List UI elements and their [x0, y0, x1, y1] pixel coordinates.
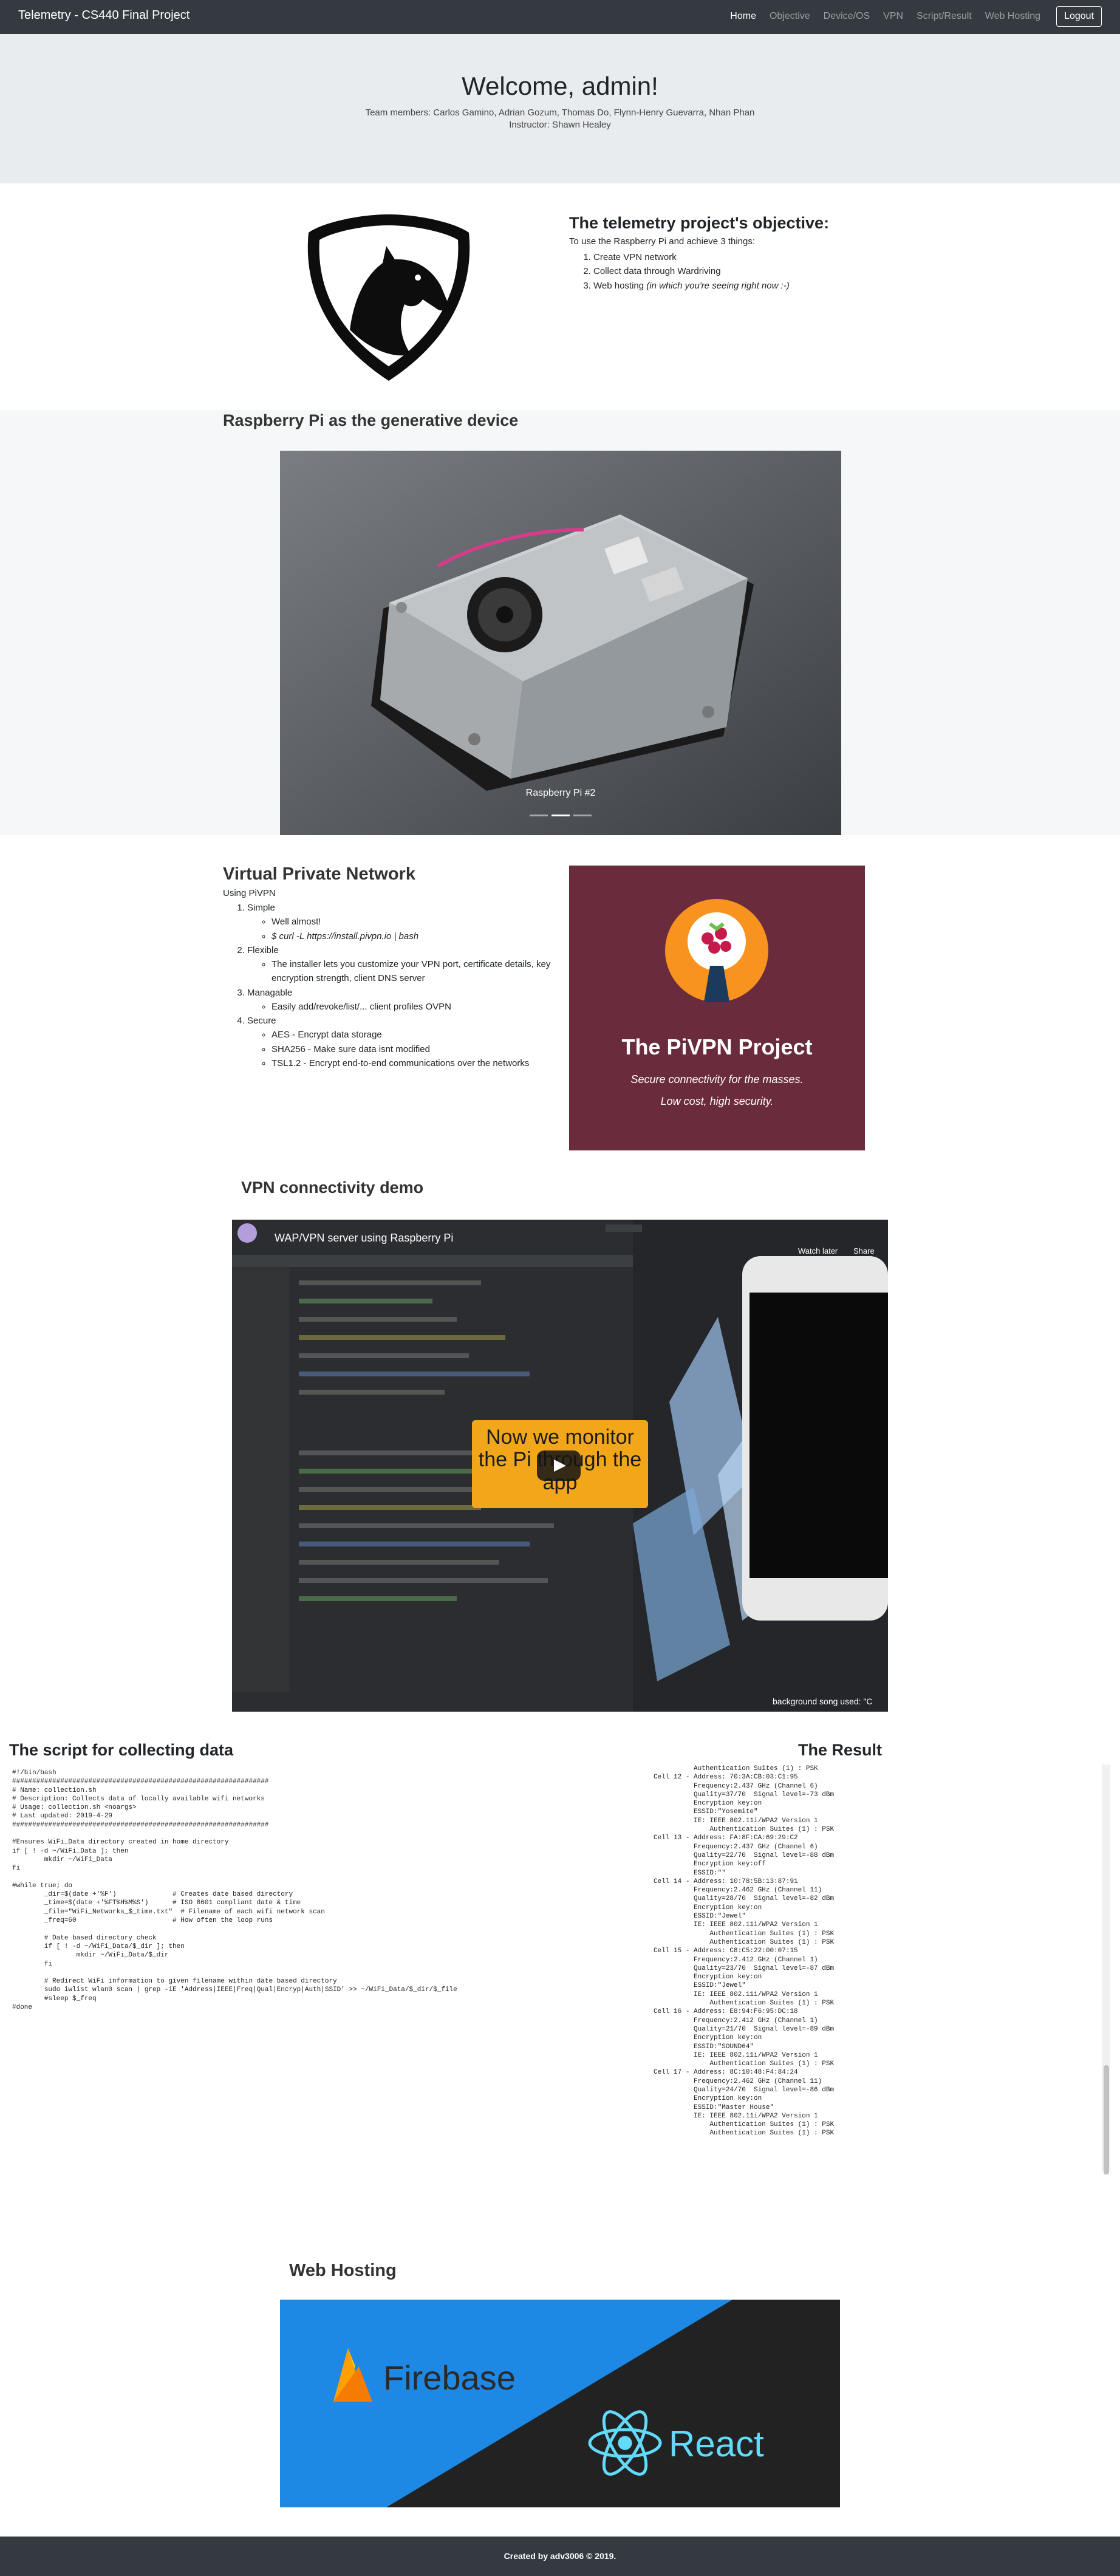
result-scrollbar[interactable] — [1104, 2065, 1109, 2175]
watch-later-button[interactable]: Watch later — [798, 1246, 838, 1256]
nav-link-objective[interactable]: Objective — [770, 11, 810, 22]
share-button[interactable]: Share — [853, 1246, 875, 1256]
vpn-feature-detail: AES - Encrypt data storage — [271, 1028, 563, 1042]
objective-item: Collect data through Wardriving — [593, 264, 885, 278]
vpn-feature-label: Simple — [247, 903, 275, 913]
youtube-video-player[interactable]: WAP/VPN server using Raspberry Pi Watch … — [232, 1220, 888, 1712]
team-members: Team members: Carlos Gamino, Adrian Gozu… — [365, 108, 755, 118]
nav-link-script-result[interactable]: Script/Result — [917, 11, 972, 22]
play-icon[interactable] — [537, 1450, 581, 1481]
pivpn-logo — [665, 899, 768, 1002]
collection-script-code: #!/bin/bash ############################… — [12, 1769, 457, 2012]
objective-section: The telemetry project's objective: To us… — [569, 214, 885, 293]
firebase-react-banner: Firebase React — [280, 2300, 840, 2507]
carousel-indicators — [280, 815, 841, 816]
carousel-indicator[interactable] — [530, 815, 548, 816]
nav-link-web-hosting[interactable]: Web Hosting — [985, 11, 1040, 22]
raspberry-pi-case-photo — [280, 451, 841, 835]
vpn-feature-detail: Well almost! — [271, 915, 563, 929]
pivpn-tagline-2: Low cost, high security. — [660, 1095, 774, 1107]
vpn-section: Virtual Private Network Using PiVPN Simp… — [223, 864, 563, 1070]
firebase-label: Firebase — [383, 2359, 516, 2397]
hero-jumbotron: Welcome, admin! Team members: Carlos Gam… — [0, 34, 1120, 183]
objective-item: Create VPN network — [593, 250, 885, 264]
footer-text: Created by adv3006 © 2019. — [504, 2551, 616, 2561]
vpn-feature-detail: Easily add/revoke/list/... client profil… — [271, 1000, 563, 1014]
vpn-feature-detail: The installer lets you customize your VP… — [271, 957, 563, 986]
navbar-brand[interactable]: Telemetry - CS440 Final Project — [18, 9, 190, 22]
vpn-feature: Simple Well almost! $ curl -L https://in… — [247, 901, 563, 943]
nav-links: Home Objective Device/OS VPN Script/Resu… — [717, 6, 1102, 27]
navbar: Telemetry - CS440 Final Project Home Obj… — [0, 0, 1120, 34]
pivpn-tagline-1: Secure connectivity for the masses. — [630, 1073, 804, 1085]
vpn-feature-label: Flexible — [247, 945, 279, 955]
pivpn-card: The PiVPN Project Secure connectivity fo… — [569, 866, 865, 1150]
vpn-feature: Managable Easily add/revoke/list/... cli… — [247, 986, 563, 1014]
script-title: The script for collecting data — [9, 1741, 234, 1759]
rpi-section-title: Raspberry Pi as the generative device — [223, 411, 519, 429]
team-logo-horse-shield — [298, 210, 480, 386]
vpn-feature-list: Simple Well almost! $ curl -L https://in… — [247, 901, 563, 1070]
vpn-feature-detail: SHA256 - Make sure data isnt modified — [271, 1042, 563, 1056]
objective-item-note: (in which you're seeing right now :-) — [646, 280, 790, 291]
vpn-title: Virtual Private Network — [223, 864, 415, 884]
result-title: The Result — [798, 1741, 883, 1759]
vpn-feature-detail: $ curl -L https://install.pivpn.io | bas… — [271, 929, 563, 943]
objective-list: Create VPN network Collect data through … — [593, 250, 885, 293]
objective-title: The telemetry project's objective: — [569, 214, 830, 232]
result-output-scrollbox[interactable]: Authentication Suites (1) : PSK Cell 12 … — [613, 1765, 1110, 2171]
hosting-title: Web Hosting — [289, 2261, 397, 2280]
nav-link-device-os[interactable]: Device/OS — [824, 11, 870, 22]
vpn-feature: Secure AES - Encrypt data storage SHA256… — [247, 1014, 563, 1070]
welcome-title: Welcome, admin! — [462, 72, 658, 100]
result-output: Authentication Suites (1) : PSK Cell 12 … — [654, 1765, 835, 2137]
vpn-feature-detail: TSL1.2 - Encrypt end-to-end communicatio… — [271, 1056, 563, 1070]
pivpn-title: The PiVPN Project — [621, 1034, 813, 1059]
vpn-feature-label: Managable — [247, 987, 293, 998]
logout-button[interactable]: Logout — [1056, 6, 1102, 27]
react-label: React — [669, 2424, 764, 2464]
objective-intro: To use the Raspberry Pi and achieve 3 th… — [569, 236, 756, 247]
vpn-intro: Using PiVPN — [223, 888, 276, 898]
carousel-caption: Raspberry Pi #2 — [525, 788, 596, 798]
nav-link-home[interactable]: Home — [730, 11, 756, 22]
objective-item: Web hosting (in which you're seeing righ… — [593, 279, 885, 293]
nav-link-vpn[interactable]: VPN — [883, 11, 903, 22]
vpn-feature-label: Secure — [247, 1016, 276, 1026]
instructor: Instructor: Shawn Healey — [509, 120, 611, 131]
rpi-carousel[interactable]: Raspberry Pi #2 — [280, 451, 841, 835]
hosting-banner-graphic: Firebase React — [280, 2300, 840, 2507]
vpn-feature: Flexible The installer lets you customiz… — [247, 943, 563, 986]
demo-section-title: VPN connectivity demo — [241, 1178, 424, 1197]
background-song-credit: background song used: "C — [773, 1696, 873, 1706]
footer: Created by adv3006 © 2019. — [0, 2537, 1120, 2576]
objective-item-text: Web hosting — [593, 280, 647, 291]
video-title[interactable]: WAP/VPN server using Raspberry Pi — [275, 1232, 453, 1245]
carousel-indicator-active[interactable] — [551, 815, 570, 816]
carousel-indicator[interactable] — [573, 815, 592, 816]
